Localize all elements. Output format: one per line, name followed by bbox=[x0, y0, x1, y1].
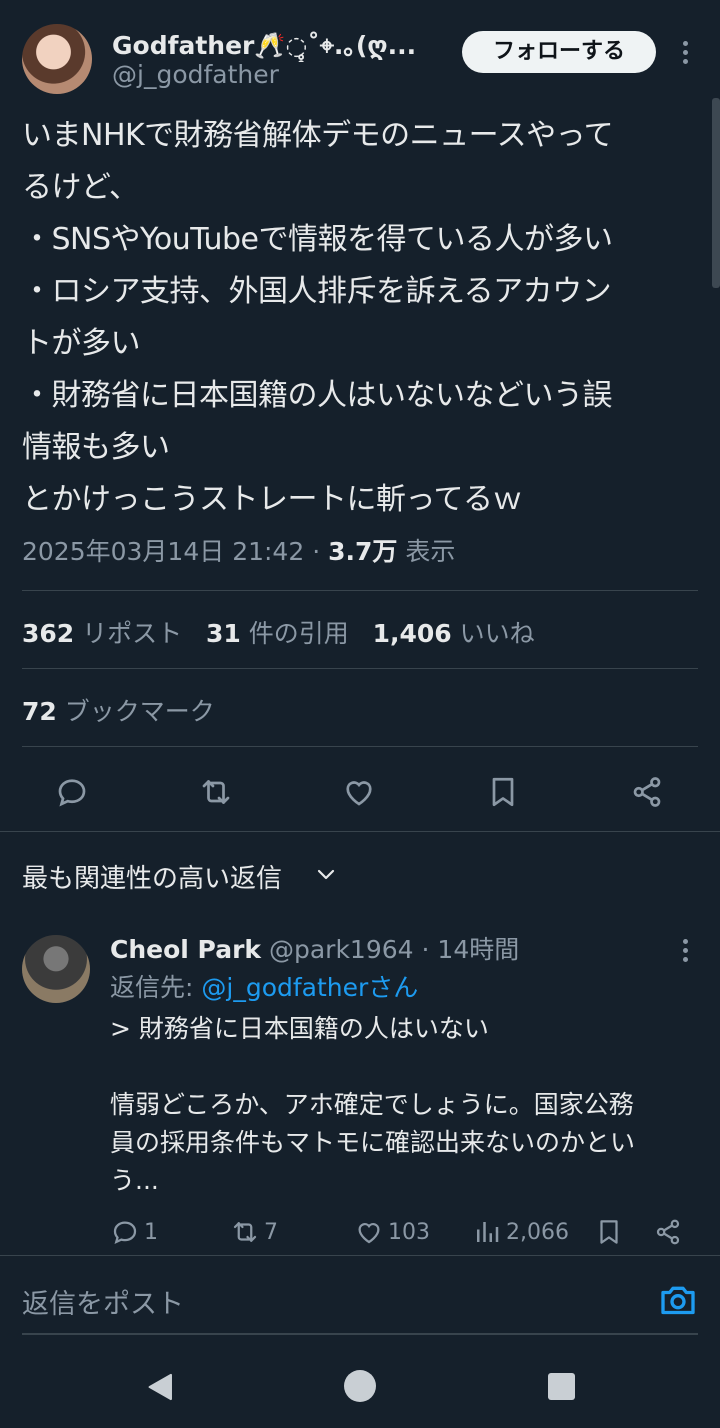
bookmark-icon bbox=[600, 1220, 618, 1244]
reply-reposts-count: 7 bbox=[264, 1219, 278, 1245]
reply-separator: · bbox=[421, 935, 430, 964]
nav-home-icon[interactable] bbox=[344, 1370, 376, 1402]
tweet-line: とかけっこうストレートに斬ってるｗ bbox=[22, 482, 523, 517]
reply-views-button[interactable]: 2,066 bbox=[472, 1214, 569, 1250]
reposts-label: リポスト bbox=[82, 619, 183, 648]
reply-text: > 財務省に日本国籍の人はいない 情弱どころか、アホ確定でしょうに。国家公務 員… bbox=[110, 1010, 702, 1200]
reply-time[interactable]: 14時間 bbox=[437, 935, 519, 964]
reply-bookmark-button[interactable] bbox=[594, 1214, 624, 1250]
heart-icon[interactable] bbox=[337, 770, 381, 814]
likes-stat[interactable]: 1,406 いいね bbox=[373, 619, 535, 648]
reply-to-handle-link[interactable]: @j_godfatherさん bbox=[201, 973, 418, 1002]
reply-reply-button[interactable]: 1 bbox=[110, 1214, 158, 1250]
tweet-line: ・SNSやYouTubeで情報を得ている人が多い bbox=[22, 222, 613, 257]
meta-separator: · bbox=[312, 537, 321, 566]
tweet-line: トが多い bbox=[22, 326, 141, 361]
tweet-meta: 2025年03月14日 21:42 · 3.7万 表示 bbox=[22, 532, 455, 568]
tweet-line: ・財務省に日本国籍の人はいないなどいう誤 bbox=[22, 378, 613, 413]
reply-more-options-icon[interactable] bbox=[670, 935, 700, 965]
reply-compose-input[interactable]: 返信をポスト bbox=[22, 1282, 184, 1321]
retweet-icon[interactable] bbox=[194, 770, 238, 814]
quotes-stat[interactable]: 31 件の引用 bbox=[206, 619, 349, 648]
follow-button[interactable]: フォローする bbox=[462, 31, 656, 73]
analytics-icon bbox=[477, 1222, 499, 1242]
tweet-text: いまNHKで財務省解体デモのニュースやって るけど、 ・SNSやYouTubeで… bbox=[22, 110, 692, 526]
reply-icon[interactable] bbox=[50, 770, 94, 814]
scrollbar[interactable] bbox=[712, 98, 720, 288]
heart-icon bbox=[358, 1223, 380, 1244]
reply-likes-count: 103 bbox=[388, 1219, 430, 1245]
views-count: 3.7万 bbox=[328, 537, 398, 566]
reply-retweet-button[interactable]: 7 bbox=[230, 1214, 278, 1250]
nav-recent-apps-icon[interactable] bbox=[548, 1373, 575, 1400]
retweet-icon bbox=[233, 1222, 257, 1242]
reply-author-avatar[interactable] bbox=[22, 935, 90, 1003]
nav-back-icon[interactable] bbox=[144, 1370, 178, 1404]
quotes-count: 31 bbox=[206, 619, 241, 648]
tweet-line: ・ロシア支持、外国人排斥を訴えるアカウン bbox=[22, 274, 612, 309]
reply-sort-label[interactable]: 最も関連性の高い返信 bbox=[22, 858, 282, 895]
bookmark-icon[interactable] bbox=[481, 770, 525, 814]
author-display-name[interactable]: Godfather🥂◌̥̥̥˚⌖.｡(ღ... bbox=[112, 26, 416, 62]
more-options-icon[interactable] bbox=[670, 34, 700, 70]
reply-line: 情弱どころか、アホ確定でしょうに。国家公務 bbox=[110, 1090, 634, 1119]
reply-line: 員の採用条件もマトモに確認出来ないのかとい bbox=[110, 1128, 636, 1157]
quotes-label: 件の引用 bbox=[248, 619, 349, 648]
reply-author-name[interactable]: Cheol Park bbox=[110, 935, 261, 964]
divider bbox=[22, 746, 698, 747]
divider bbox=[22, 590, 698, 591]
share-icon bbox=[656, 1219, 680, 1245]
share-icon[interactable] bbox=[625, 770, 669, 814]
reply-header: Cheol Park @park1964 · 14時間 bbox=[110, 930, 519, 966]
reply-icon bbox=[113, 1221, 137, 1245]
reply-line bbox=[110, 1048, 702, 1086]
tweet-line: いまNHKで財務省解体デモのニュースやって bbox=[22, 118, 614, 153]
compose-underline bbox=[22, 1333, 698, 1335]
likes-count: 1,406 bbox=[372, 619, 452, 648]
author-handle[interactable]: @j_godfather bbox=[112, 60, 279, 89]
tweet-line: るけど、 bbox=[22, 170, 139, 205]
bookmarks-stat[interactable]: 72 ブックマーク bbox=[22, 692, 215, 728]
reply-author-handle[interactable]: @park1964 bbox=[269, 935, 414, 964]
section-divider bbox=[0, 831, 720, 832]
chevron-down-icon[interactable] bbox=[314, 862, 338, 886]
views-label: 表示 bbox=[405, 537, 456, 566]
reply-like-button[interactable]: 103 bbox=[354, 1214, 430, 1250]
reposts-stat[interactable]: 362 リポスト bbox=[22, 619, 182, 648]
camera-icon[interactable] bbox=[658, 1280, 698, 1320]
reply-replies-count: 1 bbox=[144, 1219, 158, 1245]
reply-views-count: 2,066 bbox=[506, 1219, 569, 1245]
reply-share-button[interactable] bbox=[653, 1214, 683, 1250]
author-avatar[interactable] bbox=[22, 24, 92, 94]
engagement-stats: 362 リポスト 31 件の引用 1,406 いいね bbox=[22, 614, 535, 650]
reply-to-prefix: 返信先: bbox=[110, 973, 194, 1002]
divider bbox=[22, 668, 698, 669]
divider bbox=[0, 1255, 720, 1256]
reply-line: う... bbox=[110, 1166, 159, 1195]
tweet-timestamp[interactable]: 2025年03月14日 21:42 bbox=[22, 537, 304, 566]
tweet-line: 情報も多い bbox=[22, 430, 170, 465]
bookmarks-count: 72 bbox=[22, 697, 57, 726]
reply-to-line: 返信先: @j_godfatherさん bbox=[110, 968, 418, 1004]
reply-line: > 財務省に日本国籍の人はいない bbox=[110, 1014, 489, 1043]
reposts-count: 362 bbox=[22, 619, 75, 648]
bookmarks-label: ブックマーク bbox=[64, 697, 215, 726]
likes-label: いいね bbox=[459, 619, 535, 648]
